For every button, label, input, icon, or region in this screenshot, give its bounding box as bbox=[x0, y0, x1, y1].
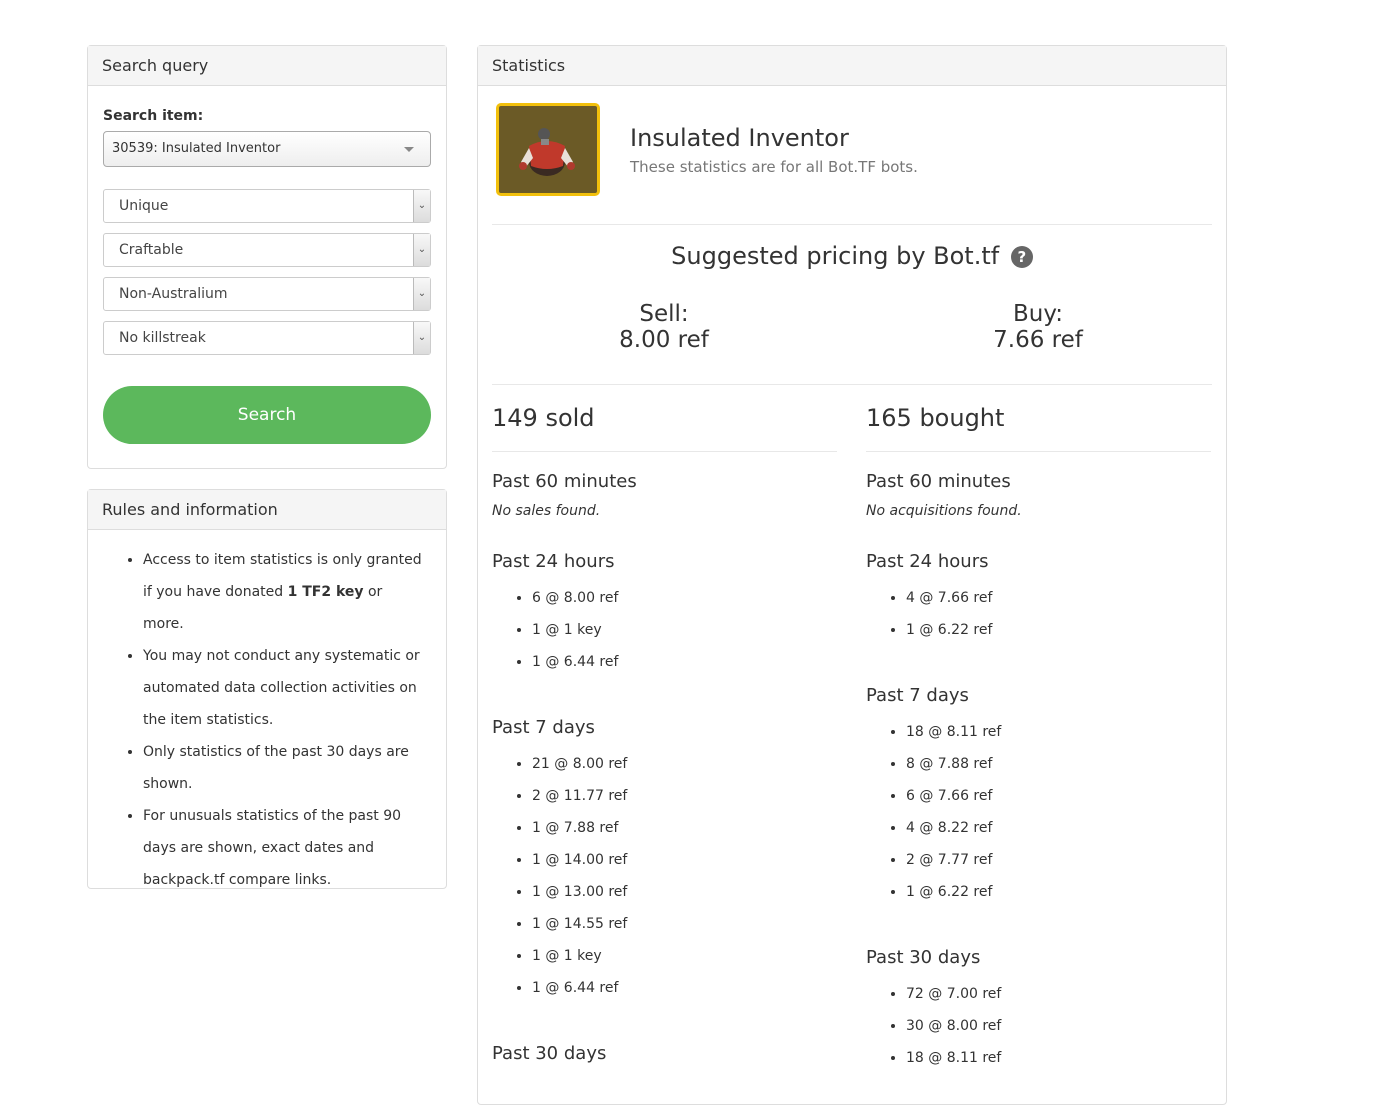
search-query-panel: Search query Search item: 30539: Insulat… bbox=[87, 45, 447, 469]
buy-price: Buy: 7.66 ref bbox=[938, 301, 1138, 353]
list-item: 4 @ 7.66 ref bbox=[906, 582, 992, 614]
list-item: 21 @ 8.00 ref bbox=[532, 748, 627, 780]
sell-price: Sell: 8.00 ref bbox=[564, 301, 764, 353]
insulated-inventor-icon bbox=[519, 128, 575, 176]
rules-heading: Rules and information bbox=[88, 490, 446, 530]
rule-item: Only statistics of the past 30 days are … bbox=[143, 736, 426, 800]
bought-past-30-heading: Past 30 days bbox=[866, 947, 981, 968]
item-image bbox=[496, 103, 600, 196]
list-item: 1 @ 7.88 ref bbox=[532, 812, 627, 844]
sell-value: 8.00 ref bbox=[619, 327, 709, 353]
killstreak-value: No killstreak bbox=[119, 330, 206, 346]
list-item: 1 @ 6.22 ref bbox=[906, 614, 992, 646]
sold-past-60-heading: Past 60 minutes bbox=[492, 471, 637, 492]
sold-count: 149 sold bbox=[492, 404, 595, 432]
sold-past-30-heading: Past 30 days bbox=[492, 1043, 607, 1064]
search-item-value: 30539: Insulated Inventor bbox=[112, 141, 281, 156]
australium-value: Non-Australium bbox=[119, 286, 228, 302]
buy-value: 7.66 ref bbox=[993, 327, 1083, 353]
item-name: Insulated Inventor bbox=[630, 124, 849, 152]
rule-bold: 1 TF2 key bbox=[287, 584, 364, 600]
sold-past-24-heading: Past 24 hours bbox=[492, 551, 615, 572]
list-item: 18 @ 8.11 ref bbox=[906, 1042, 1001, 1074]
list-item: 30 @ 8.00 ref bbox=[906, 1010, 1001, 1042]
chevron-down-icon bbox=[404, 147, 414, 152]
statistics-panel: Statistics Insulated Inventor These stat… bbox=[477, 45, 1227, 1105]
bought-past-60-heading: Past 60 minutes bbox=[866, 471, 1011, 492]
list-item: 1 @ 14.00 ref bbox=[532, 844, 627, 876]
list-item: 1 @ 6.44 ref bbox=[532, 972, 627, 1004]
list-item: 1 @ 1 key bbox=[532, 614, 618, 646]
list-item: 72 @ 7.00 ref bbox=[906, 978, 1001, 1010]
rule-item: For unusuals statistics of the past 90 d… bbox=[143, 800, 426, 896]
rules-panel: Rules and information Access to item sta… bbox=[87, 489, 447, 889]
list-item: 4 @ 8.22 ref bbox=[906, 812, 1001, 844]
search-button[interactable]: Search bbox=[103, 386, 431, 444]
chevron-down-icon: ⌄ bbox=[413, 322, 430, 354]
divider bbox=[492, 451, 837, 452]
divider bbox=[492, 384, 1212, 385]
list-item: 18 @ 8.11 ref bbox=[906, 716, 1001, 748]
search-query-heading: Search query bbox=[88, 46, 446, 86]
statistics-heading: Statistics bbox=[478, 46, 1226, 86]
help-icon[interactable]: ? bbox=[1010, 246, 1033, 268]
divider bbox=[866, 451, 1211, 452]
quality-value: Unique bbox=[119, 198, 169, 214]
sold-past-60-empty: No sales found. bbox=[492, 503, 601, 519]
bought-past-30-list: 72 @ 7.00 ref 30 @ 8.00 ref 18 @ 8.11 re… bbox=[866, 978, 1001, 1074]
list-item: 2 @ 11.77 ref bbox=[532, 780, 627, 812]
list-item: 1 @ 14.55 ref bbox=[532, 908, 627, 940]
craftable-value: Craftable bbox=[119, 242, 184, 258]
suggested-pricing-title: Suggested pricing by Bot.tf ? bbox=[478, 242, 1226, 270]
divider bbox=[492, 224, 1212, 225]
search-item-select[interactable]: 30539: Insulated Inventor bbox=[103, 131, 431, 167]
list-item: 1 @ 6.44 ref bbox=[532, 646, 618, 678]
bought-past-24-list: 4 @ 7.66 ref 1 @ 6.22 ref bbox=[866, 582, 992, 646]
bought-past-7-heading: Past 7 days bbox=[866, 685, 969, 706]
item-subtitle: These statistics are for all Bot.TF bots… bbox=[630, 158, 918, 176]
list-item: 6 @ 8.00 ref bbox=[532, 582, 618, 614]
killstreak-select[interactable]: No killstreak ⌄ bbox=[103, 321, 431, 355]
bought-past-60-empty: No acquisitions found. bbox=[866, 503, 1022, 519]
sell-label: Sell: bbox=[639, 301, 689, 327]
chevron-down-icon: ⌄ bbox=[413, 190, 430, 222]
buy-label: Buy: bbox=[1012, 301, 1064, 327]
sold-past-7-list: 21 @ 8.00 ref 2 @ 11.77 ref 1 @ 7.88 ref… bbox=[492, 748, 627, 1004]
craftable-select[interactable]: Craftable ⌄ bbox=[103, 233, 431, 267]
bought-past-24-heading: Past 24 hours bbox=[866, 551, 989, 572]
sold-past-7-heading: Past 7 days bbox=[492, 717, 595, 738]
rule-item: You may not conduct any systematic or au… bbox=[143, 640, 426, 736]
list-item: 8 @ 7.88 ref bbox=[906, 748, 1001, 780]
rule-item: Access to item statistics is only grante… bbox=[143, 544, 426, 640]
chevron-down-icon: ⌄ bbox=[413, 278, 430, 310]
search-item-label: Search item: bbox=[103, 108, 204, 124]
suggested-pricing-text: Suggested pricing by Bot.tf bbox=[671, 242, 1000, 270]
bought-count: 165 bought bbox=[866, 404, 1005, 432]
rules-list: Access to item statistics is only grante… bbox=[88, 530, 446, 896]
chevron-down-icon: ⌄ bbox=[413, 234, 430, 266]
quality-select[interactable]: Unique ⌄ bbox=[103, 189, 431, 223]
list-item: 1 @ 6.22 ref bbox=[906, 876, 1001, 908]
list-item: 1 @ 13.00 ref bbox=[532, 876, 627, 908]
australium-select[interactable]: Non-Australium ⌄ bbox=[103, 277, 431, 311]
list-item: 2 @ 7.77 ref bbox=[906, 844, 1001, 876]
sold-past-24-list: 6 @ 8.00 ref 1 @ 1 key 1 @ 6.44 ref bbox=[492, 582, 618, 678]
bought-past-7-list: 18 @ 8.11 ref 8 @ 7.88 ref 6 @ 7.66 ref … bbox=[866, 716, 1001, 908]
list-item: 1 @ 1 key bbox=[532, 940, 627, 972]
list-item: 6 @ 7.66 ref bbox=[906, 780, 1001, 812]
